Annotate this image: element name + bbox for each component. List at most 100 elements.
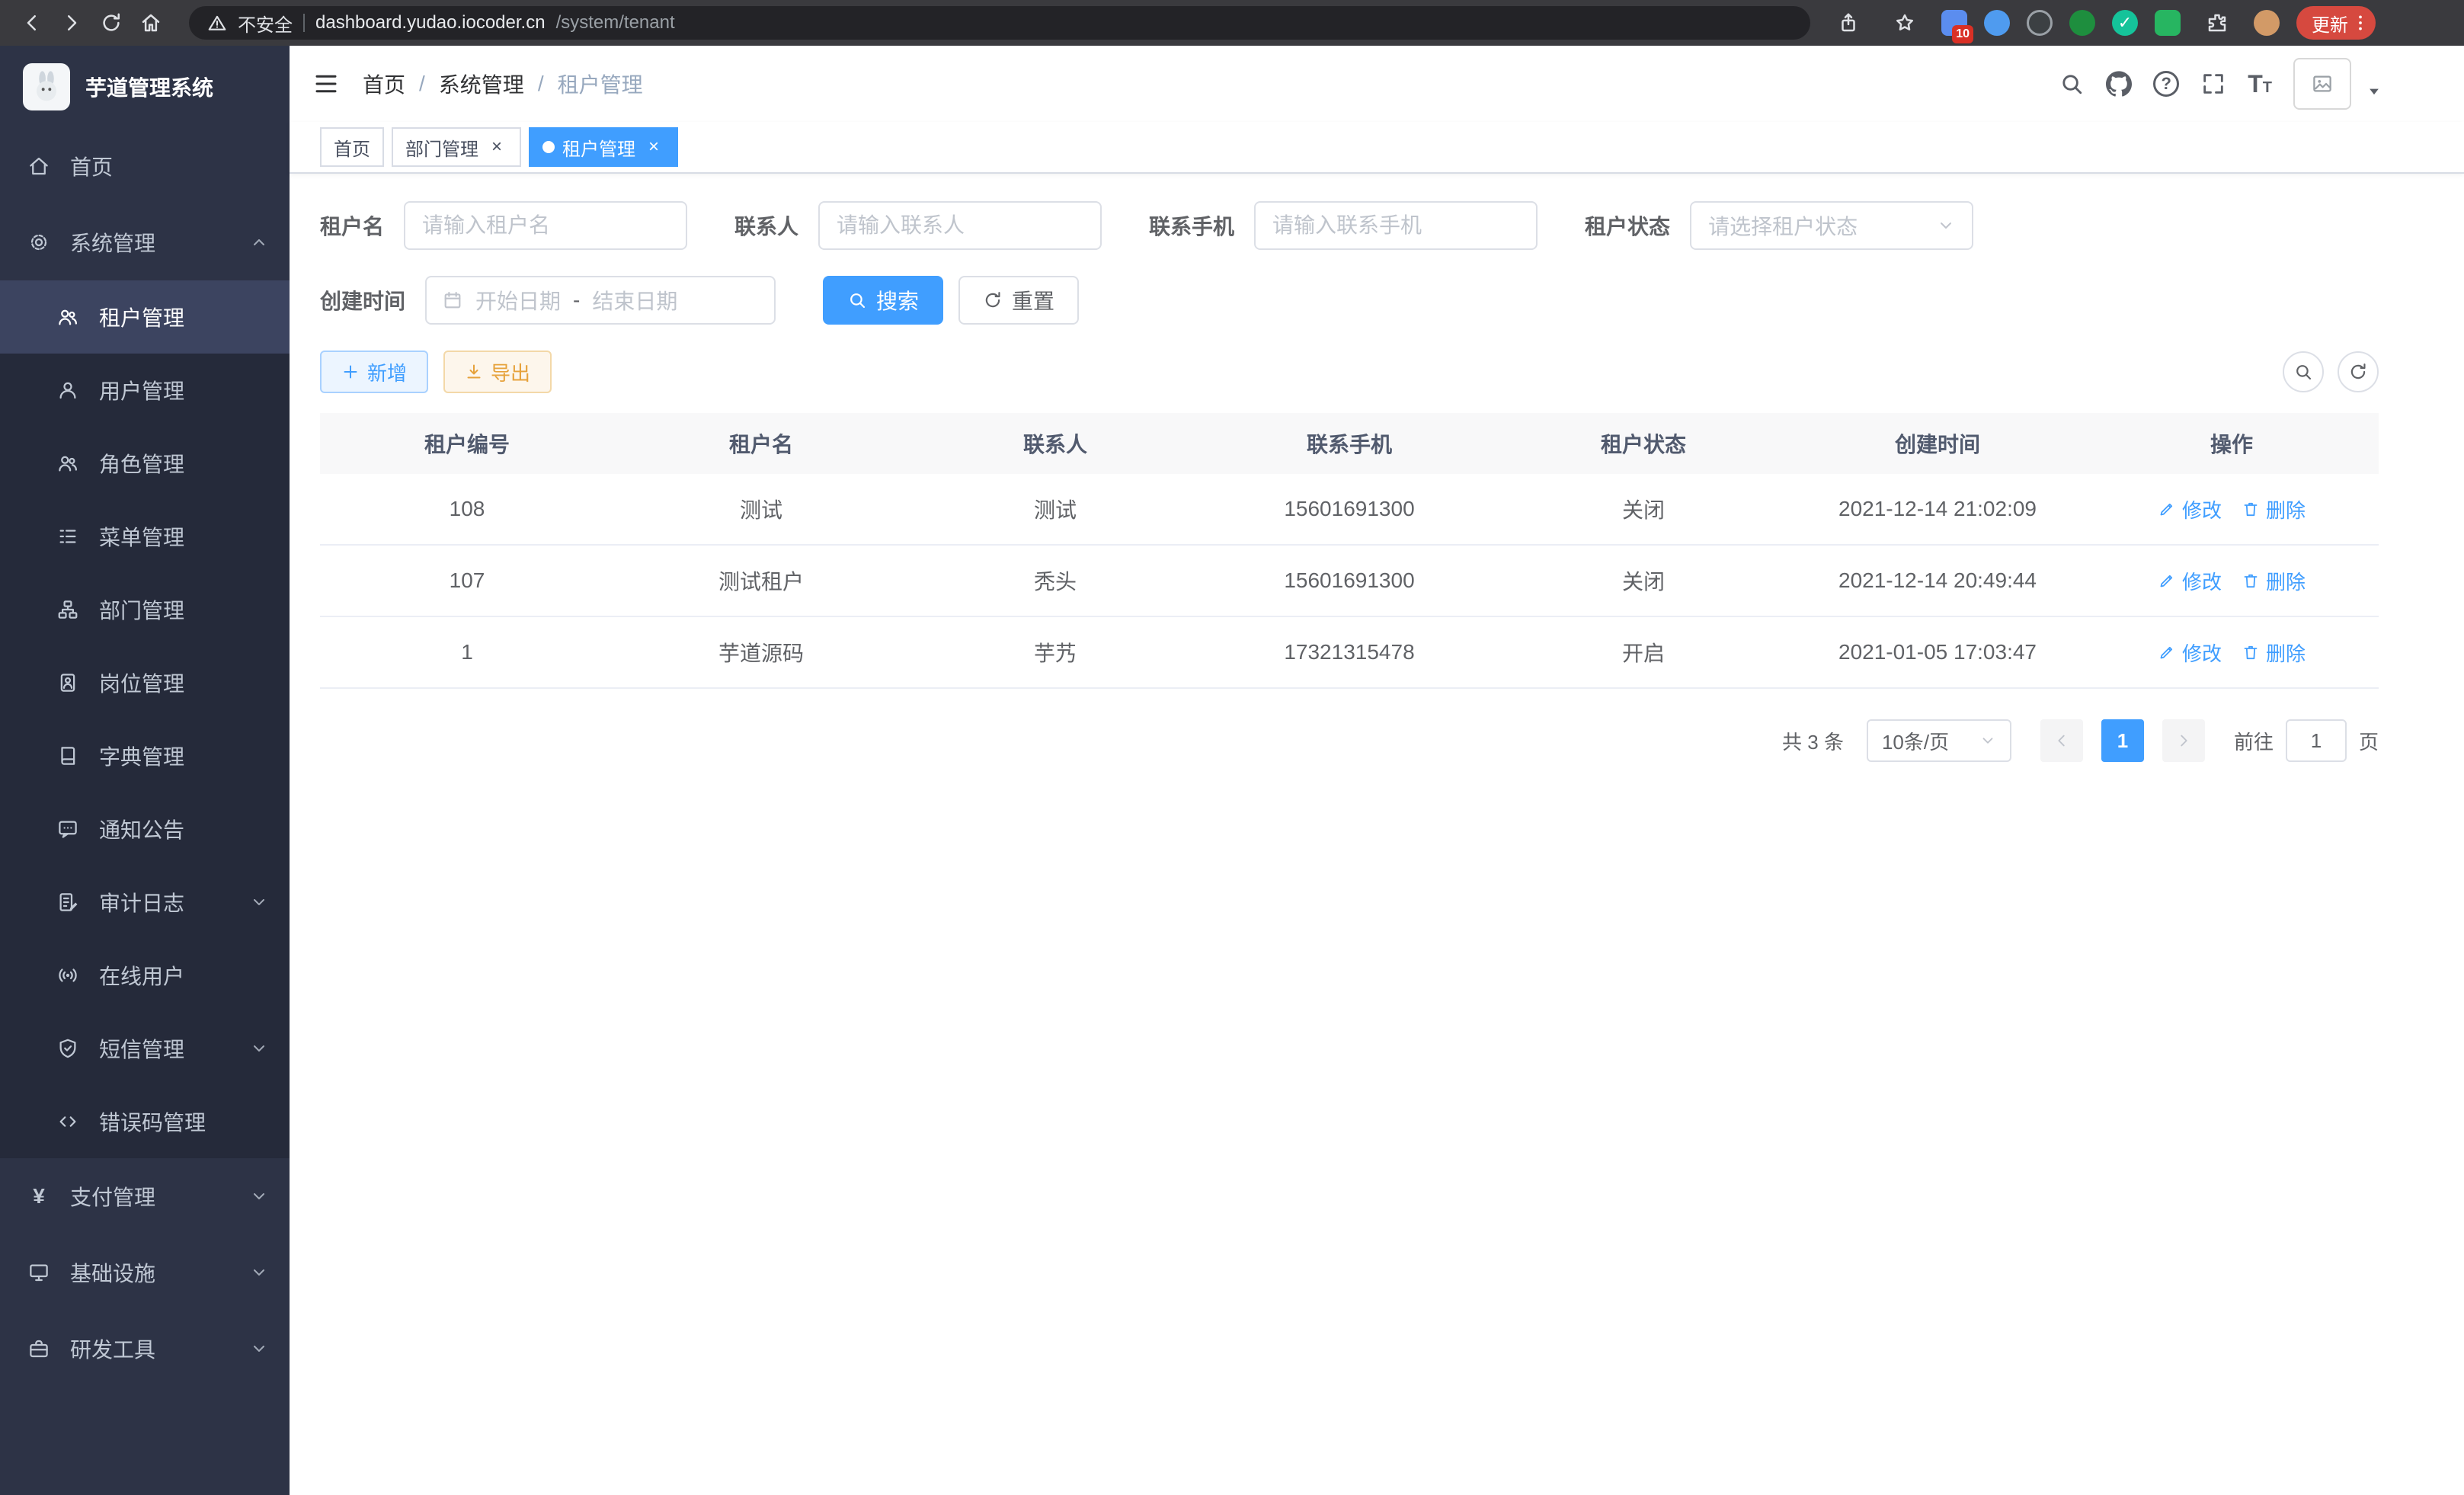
warning-icon (207, 13, 227, 33)
add-button[interactable]: 新增 (320, 351, 428, 393)
sidebar-group-pay[interactable]: ¥ 支付管理 (0, 1158, 290, 1234)
fullscreen-button[interactable] (2200, 71, 2226, 97)
select-placeholder: 请选择租户状态 (1708, 210, 1858, 241)
edit-link[interactable]: 修改 (2158, 639, 2222, 667)
sidebar-item-user[interactable]: 用户管理 (0, 354, 290, 427)
sidebar-group-devtools[interactable]: 研发工具 (0, 1311, 290, 1387)
browser-back-button[interactable] (12, 3, 52, 43)
extensions-menu-button[interactable] (2197, 3, 2237, 43)
page-size-select[interactable]: 10条/页 (1867, 719, 2011, 762)
caret-down-icon (2366, 84, 2382, 99)
export-button[interactable]: 导出 (443, 351, 552, 393)
delete-link[interactable]: 删除 (2242, 567, 2306, 595)
breadcrumb-separator: / (538, 72, 544, 96)
search-button[interactable]: 搜索 (823, 276, 943, 325)
goto-page-input[interactable] (2286, 719, 2347, 762)
sidebar-group-system[interactable]: 系统管理 (0, 204, 290, 280)
rabbit-logo-icon (27, 67, 66, 107)
browser-toolbar: 不安全 dashboard.yudao.iocoder.cn/system/te… (0, 0, 2464, 46)
sidebar-group-audit-log[interactable]: 审计日志 (0, 866, 290, 939)
font-size-icon: T (2248, 70, 2263, 98)
sidebar-group-infra[interactable]: 基础设施 (0, 1234, 290, 1311)
browser-update-button[interactable]: 更新 (2296, 6, 2376, 40)
tag-home[interactable]: 首页 (320, 127, 384, 167)
address-bar[interactable]: 不安全 dashboard.yudao.iocoder.cn/system/te… (189, 6, 1810, 40)
sidebar-item-post[interactable]: 岗位管理 (0, 646, 290, 719)
breadcrumb-home[interactable]: 首页 (363, 69, 405, 99)
extension-icon-2[interactable] (1984, 10, 2010, 36)
phone-input[interactable] (1254, 201, 1538, 250)
extension-icon-5[interactable]: ✓ (2112, 10, 2138, 36)
menu-list-icon (56, 525, 79, 548)
sidebar-item-dict[interactable]: 字典管理 (0, 719, 290, 792)
cell-contact: 芋艿 (908, 637, 1202, 667)
date-range-picker[interactable]: 开始日期 - 结束日期 (425, 276, 776, 325)
search-icon (847, 290, 867, 310)
edit-link-label: 修改 (2182, 495, 2222, 523)
github-link[interactable] (2106, 71, 2132, 97)
browser-forward-button[interactable] (52, 3, 91, 43)
breadcrumb-section[interactable]: 系统管理 (439, 69, 524, 99)
sidebar-item-online-user[interactable]: 在线用户 (0, 939, 290, 1012)
sidebar-item-role[interactable]: 角色管理 (0, 427, 290, 500)
chevron-down-icon (250, 1263, 268, 1282)
prev-page-button[interactable] (2040, 719, 2083, 762)
bookmark-button[interactable] (1885, 3, 1925, 43)
extension-icon-3[interactable] (2027, 10, 2053, 36)
sidebar-item-menu[interactable]: 菜单管理 (0, 500, 290, 573)
sidebar-item-dept[interactable]: 部门管理 (0, 573, 290, 646)
tag-label: 首页 (334, 134, 370, 161)
delete-trash-icon (2242, 500, 2260, 518)
sidebar-item-home[interactable]: 首页 (0, 128, 290, 204)
book-icon (56, 744, 79, 767)
calendar-icon (442, 290, 463, 311)
app-logo[interactable]: 芋道管理系统 (0, 46, 290, 128)
delete-link[interactable]: 删除 (2242, 495, 2306, 523)
breadcrumb-separator: / (419, 72, 425, 96)
post-badge-icon (56, 671, 79, 694)
browser-refresh-button[interactable] (91, 3, 131, 43)
help-button[interactable]: ? (2153, 71, 2179, 97)
reset-button[interactable]: 重置 (958, 276, 1079, 325)
sidebar-item-tenant[interactable]: 租户管理 (0, 280, 290, 354)
field-label: 联系手机 (1149, 210, 1234, 241)
edit-link[interactable]: 修改 (2158, 567, 2222, 595)
extension-icon-6[interactable] (2155, 10, 2181, 36)
cell-tenant-id: 107 (320, 568, 614, 593)
delete-link[interactable]: 删除 (2242, 639, 2306, 667)
next-page-button[interactable] (2162, 719, 2205, 762)
share-button[interactable] (1829, 3, 1868, 43)
tenant-name-input[interactable] (404, 201, 687, 250)
delete-trash-icon (2242, 571, 2260, 590)
page-number-button[interactable]: 1 (2101, 719, 2144, 762)
yen-icon: ¥ (27, 1186, 50, 1207)
status-select[interactable]: 请选择租户状态 (1690, 201, 1973, 250)
close-icon[interactable]: × (643, 136, 664, 158)
extension-icon-1[interactable]: 10 (1941, 10, 1967, 36)
sidebar-item-error-code[interactable]: 错误码管理 (0, 1085, 290, 1158)
browser-home-button[interactable] (131, 3, 171, 43)
edit-pencil-icon (2158, 643, 2176, 661)
sidebar-item-label: 租户管理 (99, 302, 184, 332)
filter-row-2: 创建时间 开始日期 - 结束日期 搜索 重置 (320, 276, 2379, 325)
tag-tenant[interactable]: 租户管理 × (529, 127, 678, 167)
toggle-search-button[interactable] (2283, 351, 2324, 392)
sidebar-item-label: 审计日志 (99, 887, 184, 917)
edit-link[interactable]: 修改 (2158, 495, 2222, 523)
user-avatar[interactable] (2293, 58, 2351, 110)
chevron-down-icon (1979, 732, 1996, 749)
header-search-button[interactable] (2059, 71, 2085, 97)
close-icon[interactable]: × (486, 136, 507, 158)
sidebar-item-notice[interactable]: 通知公告 (0, 792, 290, 866)
tag-dept[interactable]: 部门管理 × (392, 127, 521, 167)
extension-icon-4[interactable] (2069, 10, 2095, 36)
browser-right-controls: 10 ✓ 更新 (1829, 3, 2376, 43)
font-size-button[interactable]: TT (2248, 72, 2272, 96)
contact-input[interactable] (818, 201, 1102, 250)
avatar-caret-button[interactable] (2366, 84, 2382, 99)
reset-button-label: 重置 (1012, 285, 1054, 315)
sidebar-group-sms[interactable]: 短信管理 (0, 1012, 290, 1085)
refresh-table-button[interactable] (2338, 351, 2379, 392)
profile-avatar[interactable] (2254, 10, 2280, 36)
collapse-sidebar-button[interactable] (290, 70, 363, 98)
